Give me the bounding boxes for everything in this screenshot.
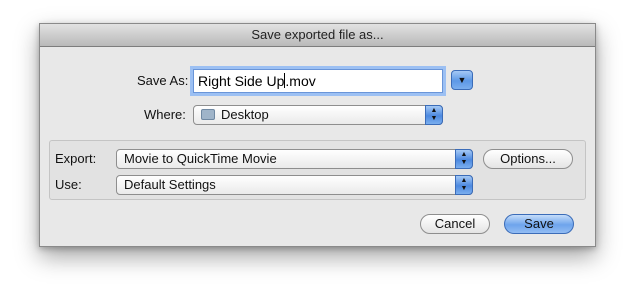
up-down-arrows-icon: ▲ ▼ bbox=[425, 105, 443, 125]
use-popup[interactable]: Default Settings ▲ ▼ bbox=[116, 175, 473, 195]
folder-icon bbox=[201, 109, 215, 120]
cancel-button[interactable]: Cancel bbox=[420, 214, 490, 234]
export-value: Movie to QuickTime Movie bbox=[124, 151, 277, 166]
filename-text-end: .mov bbox=[285, 73, 316, 89]
where-label: Where: bbox=[144, 107, 186, 122]
use-value: Default Settings bbox=[124, 177, 216, 192]
filename-field[interactable]: Right Side Up.mov bbox=[193, 69, 443, 93]
export-options-group: Export: Movie to QuickTime Movie ▲ ▼ Opti… bbox=[49, 140, 586, 200]
export-popup[interactable]: Movie to QuickTime Movie ▲ ▼ bbox=[116, 149, 473, 169]
save-button[interactable]: Save bbox=[504, 214, 574, 234]
up-down-arrows-icon: ▲ ▼ bbox=[455, 149, 473, 169]
options-button[interactable]: Options... bbox=[483, 149, 573, 169]
export-label: Export: bbox=[55, 151, 97, 166]
up-down-arrows-icon: ▲ ▼ bbox=[455, 175, 473, 195]
triangle-down-icon: ▼ bbox=[457, 75, 467, 85]
use-label: Use: bbox=[55, 177, 82, 192]
where-value: Desktop bbox=[221, 107, 269, 122]
filename-text-start: Right Side Up bbox=[198, 73, 285, 89]
expand-browser-button[interactable]: ▼ bbox=[451, 70, 473, 90]
where-popup[interactable]: Desktop ▲ ▼ bbox=[193, 105, 443, 125]
dialog-title: Save exported file as... bbox=[40, 24, 595, 47]
save-as-label: Save As: bbox=[137, 73, 189, 88]
save-dialog: Save exported file as... Save As: Right … bbox=[39, 23, 596, 247]
